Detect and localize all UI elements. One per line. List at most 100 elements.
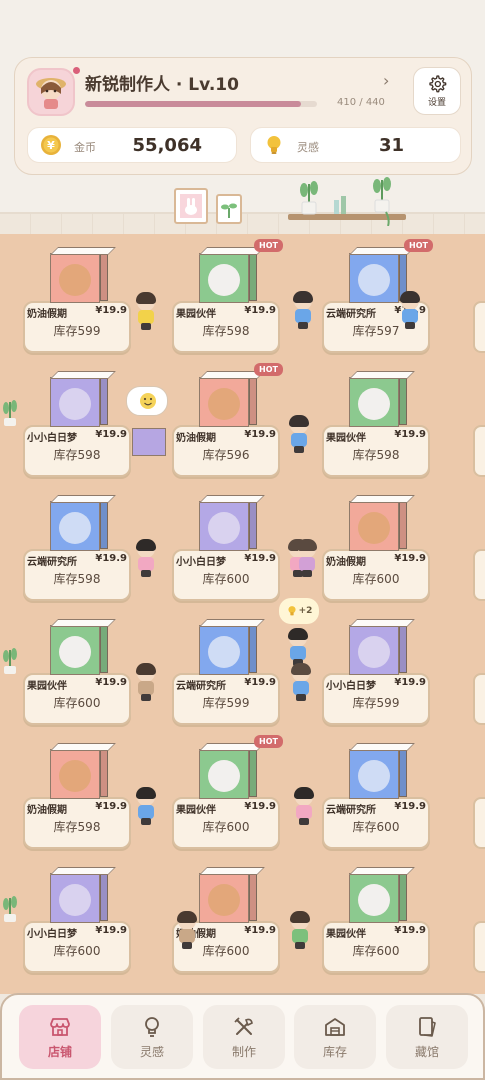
smiley-icon	[140, 393, 156, 409]
blind-box	[50, 743, 116, 801]
settings-button[interactable]: 设置	[413, 67, 461, 115]
box-side	[100, 745, 108, 797]
customer-hair	[290, 911, 310, 923]
customer-legs	[302, 570, 312, 577]
coin-icon: ¥	[41, 135, 61, 155]
idea-value: 31	[378, 135, 404, 156]
product-price: ¥19.9	[394, 677, 426, 688]
customer-character[interactable]	[135, 787, 157, 826]
box-character-art	[208, 636, 240, 668]
box-front	[50, 873, 100, 923]
product-stand[interactable]: 云端研究所 ¥19.9 库存598	[23, 493, 131, 601]
customer-body	[296, 805, 312, 819]
book-decor	[341, 196, 346, 214]
customer-hair	[177, 911, 197, 923]
coin-stat: ¥ 金币 55,064	[27, 127, 237, 163]
product-name: 云端研究所	[326, 805, 376, 816]
product-stand[interactable]: 奶油假期 ¥19.9 库存596 HOT	[172, 363, 283, 477]
box-top	[50, 247, 116, 255]
customer-character[interactable]	[289, 911, 311, 950]
blind-box	[199, 247, 265, 305]
player-avatar[interactable]	[27, 68, 75, 116]
box-side	[100, 249, 108, 301]
customer-character[interactable]	[135, 292, 157, 331]
customer-character[interactable]	[135, 663, 157, 702]
product-price: ¥19.9	[394, 429, 426, 440]
box-side	[249, 745, 257, 797]
product-stock: 库存598	[202, 324, 250, 338]
product-stand[interactable]: 果园伙伴 ¥19.9 库存600 HOT	[172, 735, 283, 849]
customer-character[interactable]	[292, 291, 314, 330]
product-stand[interactable]: 果园伙伴 ¥19.9 库存600	[23, 617, 131, 725]
hot-badge: HOT	[254, 239, 283, 252]
customer-hair	[136, 539, 156, 551]
product-stand[interactable]: 小小白日梦 ¥19.9 库存600	[172, 493, 280, 601]
lightbulb-icon	[288, 606, 296, 616]
customer-hair	[288, 628, 308, 640]
product-stock: 库存600	[202, 572, 250, 586]
box-side	[100, 373, 108, 425]
avatar-character-icon	[36, 78, 66, 109]
box-side	[249, 869, 257, 921]
box-character-art	[358, 512, 390, 544]
offscreen-stand	[473, 301, 485, 353]
wall-frame-sprout	[216, 194, 242, 224]
nav-craft[interactable]: 制作	[203, 1005, 285, 1069]
box-top	[199, 867, 265, 875]
product-stock: 库存600	[352, 820, 400, 834]
product-stock: 库存598	[352, 448, 400, 462]
product-name: 果园伙伴	[326, 433, 366, 444]
product-stock: 库存600	[202, 820, 250, 834]
box-front	[199, 749, 249, 799]
product-stand[interactable]: 奶油假期 ¥19.9 库存599	[23, 245, 131, 353]
product-stock: 库存600	[352, 944, 400, 958]
nav-inspiration[interactable]: 灵感	[111, 1005, 193, 1069]
potted-plant-icon	[300, 181, 318, 215]
box-top	[50, 867, 116, 875]
customer-character[interactable]	[287, 628, 309, 667]
product-stand[interactable]: 奶油假期 ¥19.9 库存600	[322, 493, 430, 601]
hot-badge: HOT	[254, 735, 283, 748]
customer-body	[291, 433, 307, 447]
hot-badge: HOT	[404, 239, 433, 252]
customer-character[interactable]	[399, 291, 421, 330]
product-stand[interactable]: 果园伙伴 ¥19.9 库存598 HOT	[172, 239, 283, 353]
customer-character[interactable]	[293, 787, 315, 826]
blind-box	[199, 495, 265, 553]
box-character-art	[358, 760, 390, 792]
box-front	[349, 873, 399, 923]
product-stand[interactable]: 小小白日梦 ¥19.9 库存599	[322, 617, 430, 725]
customer-character[interactable]	[290, 663, 312, 702]
customer-character[interactable]	[135, 539, 157, 578]
box-front	[199, 625, 249, 675]
box-side	[100, 497, 108, 549]
box-side	[399, 497, 407, 549]
product-stand[interactable]: 小小白日梦 ¥19.9 库存600	[23, 865, 131, 973]
blind-box	[349, 371, 415, 429]
product-stand[interactable]: 果园伙伴 ¥19.9 库存598	[322, 369, 430, 477]
nav-collection[interactable]: 藏馆	[386, 1005, 468, 1069]
profile-card: 新锐制作人 · Lv.10 › 410 / 440 设置 ¥ 金币 55,064…	[14, 57, 472, 175]
product-stand[interactable]: 小小白日梦 ¥19.9 库存598	[23, 369, 131, 477]
customer-character[interactable]	[288, 415, 310, 454]
svg-text:¥: ¥	[47, 139, 55, 152]
product-price: ¥19.9	[95, 677, 127, 688]
product-name: 小小白日梦	[27, 929, 77, 940]
product-stand[interactable]: 云端研究所 ¥19.9 库存600	[322, 741, 430, 849]
chevron-right-icon[interactable]: ›	[383, 71, 389, 90]
customer-body	[138, 310, 154, 324]
box-side	[399, 373, 407, 425]
product-stock: 库存600	[352, 572, 400, 586]
product-stand[interactable]: 奶油假期 ¥19.9 库存598	[23, 741, 131, 849]
nav-shop[interactable]: 店铺	[19, 1005, 101, 1069]
player-name-level[interactable]: 新锐制作人 · Lv.10	[85, 70, 239, 95]
wall-frame-rabbit	[174, 188, 208, 224]
product-stand[interactable]: 果园伙伴 ¥19.9 库存600	[322, 865, 430, 973]
nav-inventory[interactable]: 库存	[294, 1005, 376, 1069]
customer-character[interactable]	[176, 911, 198, 950]
box-top	[349, 867, 415, 875]
product-name: 奶油假期	[27, 309, 67, 320]
customer-character[interactable]	[296, 539, 318, 578]
box-side	[100, 869, 108, 921]
product-stand[interactable]: 云端研究所 ¥19.9 库存599	[172, 617, 280, 725]
